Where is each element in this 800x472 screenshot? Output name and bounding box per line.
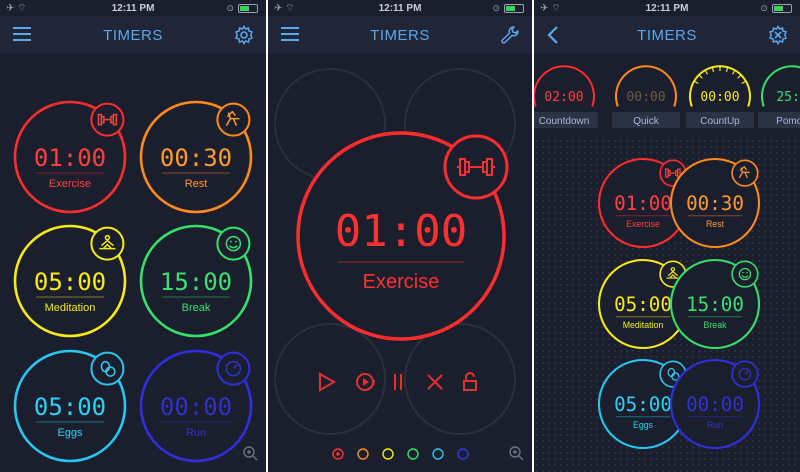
timer-icon-badge[interactable] [731, 260, 759, 288]
timer-label: Break [182, 302, 211, 314]
battery-icon [238, 4, 258, 13]
timer-label: Break [704, 320, 728, 330]
timer-label: Meditation [623, 320, 664, 330]
restart-icon[interactable] [356, 373, 375, 391]
page-title: TIMERS [370, 26, 430, 44]
airplane-wifi-icon: ✈ ⌔ [6, 3, 27, 14]
timer-break[interactable]: 15:00 Break [139, 224, 253, 338]
timer-break[interactable]: 15:00 Break [669, 258, 761, 350]
battery-indicator: ⊙ [226, 3, 258, 14]
back-chevron-icon[interactable] [546, 25, 560, 45]
nav-bar: TIMERS [534, 16, 800, 54]
timer-time: 05:00 [34, 268, 106, 296]
status-time: 12:11 PM [378, 2, 422, 14]
faded-timer-ring [404, 323, 516, 435]
pause-icon[interactable] [394, 374, 402, 390]
edit-grid-svg: 02:00 Countdown 00:00 Quick 00:00 CountUp 25:0… [534, 54, 800, 450]
timer-time: 05:00 [614, 393, 672, 416]
timers-screen-detail: ✈ ⌔ 12:11 PM ⊙ TIMERS 01:00 Exercise [268, 0, 532, 472]
timer-time: 05:00 [614, 293, 672, 316]
preset-label: Quick [633, 116, 660, 127]
timer-label: Meditation [45, 302, 96, 314]
battery-indicator: ⊙ [760, 3, 792, 14]
timer-time: 15:00 [160, 268, 232, 296]
preset-time: 25:0 [776, 90, 800, 105]
timer-time: 15:00 [686, 293, 744, 316]
timer-eggs[interactable]: 05:00 Eggs [13, 349, 127, 463]
timer-label: Exercise [49, 178, 91, 190]
edit-area: 02:00 Countdown 00:00 Quick 00:00 CountUp 25:0… [534, 54, 800, 472]
close-settings-icon[interactable] [768, 25, 788, 45]
timer-meditation[interactable]: 05:00 Meditation [13, 224, 127, 338]
zoom-icon[interactable] [243, 446, 258, 461]
status-bar: ✈ ⌔ 12:11 PM ⊙ [534, 0, 800, 16]
timer-time: 00:00 [686, 393, 744, 416]
status-bar: ✈ ⌔ 12:11 PM ⊙ [268, 0, 532, 16]
timer-detail-svg: 01:00 Exercise [274, 68, 524, 461]
page-indicator [332, 448, 469, 460]
preset-time: 00:00 [700, 90, 739, 105]
page-dot[interactable] [432, 448, 444, 460]
page-dot-active [336, 452, 340, 456]
timer-grid-svg: 01:00 Exercise 00:30 Rest 05:00 Meditation 15:… [13, 100, 258, 463]
timer-time: 00:00 [160, 393, 232, 421]
main-timer-label: Exercise [363, 271, 440, 293]
timer-time: 01:00 [614, 192, 672, 215]
timer-label: Eggs [633, 420, 654, 430]
page-dot[interactable] [357, 448, 369, 460]
timer-detail-area: 01:00 Exercise [268, 54, 532, 472]
nav-bar: TIMERS [0, 16, 266, 54]
airplane-wifi-icon: ✈ ⌔ [540, 3, 561, 14]
settings-gear-icon[interactable] [234, 25, 254, 45]
close-icon[interactable] [427, 374, 443, 390]
timer-time: 00:30 [160, 144, 232, 172]
preset-time: 02:00 [544, 90, 583, 105]
battery-icon [504, 4, 524, 13]
main-timer-time: 01:00 [335, 206, 467, 257]
timers-screen-list: ✈ ⌔ 12:11 PM ⊙ TIMERS 01:00 Exercise 00:30… [0, 0, 266, 472]
page-title: TIMERS [103, 26, 163, 44]
timer-icon-badge[interactable] [731, 360, 759, 388]
play-icon[interactable] [319, 372, 337, 392]
preset-label: Pomod [776, 116, 800, 127]
preset-label: CountUp [700, 116, 740, 127]
timer-time: 01:00 [34, 144, 106, 172]
status-bar: ✈ ⌔ 12:11 PM ⊙ [0, 0, 266, 16]
battery-indicator: ⊙ [492, 3, 524, 14]
timer-label: Eggs [57, 427, 83, 439]
timer-label: Run [186, 427, 206, 439]
timer-run[interactable]: 00:00 Run [139, 349, 253, 463]
timer-run[interactable]: 00:00 Run [669, 358, 761, 450]
status-time: 12:11 PM [111, 2, 155, 14]
battery-icon [772, 4, 792, 13]
timer-label: Rest [185, 178, 208, 190]
unlock-icon[interactable] [463, 372, 477, 391]
nav-bar: TIMERS [268, 16, 532, 54]
page-dot[interactable] [382, 448, 394, 460]
timer-exercise[interactable]: 01:00 Exercise [13, 100, 127, 214]
timer-time: 05:00 [34, 393, 106, 421]
timer-label: Rest [706, 219, 725, 229]
page-dot[interactable] [407, 448, 419, 460]
timer-time: 00:30 [686, 192, 744, 215]
hamburger-menu-icon[interactable] [12, 25, 32, 43]
timer-icon-badge[interactable] [216, 226, 251, 261]
hamburger-menu-icon[interactable] [280, 25, 300, 43]
preset-label: Countdown [539, 116, 590, 127]
wrench-icon[interactable] [500, 25, 520, 45]
zoom-icon[interactable] [509, 446, 524, 461]
status-time: 12:11 PM [645, 2, 689, 14]
timer-label: Run [707, 420, 723, 430]
page-title: TIMERS [637, 26, 697, 44]
page-dot[interactable] [457, 448, 469, 460]
timer-rest[interactable]: 00:30 Rest [139, 100, 253, 214]
timer-label: Exercise [626, 219, 660, 229]
timer-rest[interactable]: 00:30 Rest [669, 157, 761, 249]
airplane-wifi-icon: ✈ ⌔ [274, 3, 295, 14]
timers-screen-edit: ✈ ⌔ 12:11 PM ⊙ TIMERS 02:00 Countdown 00:0… [534, 0, 800, 472]
controls-row [319, 372, 477, 392]
preset-time: 00:00 [626, 90, 665, 105]
timer-grid: 01:00 Exercise 00:30 Rest 05:00 Meditation 15:… [0, 54, 266, 472]
